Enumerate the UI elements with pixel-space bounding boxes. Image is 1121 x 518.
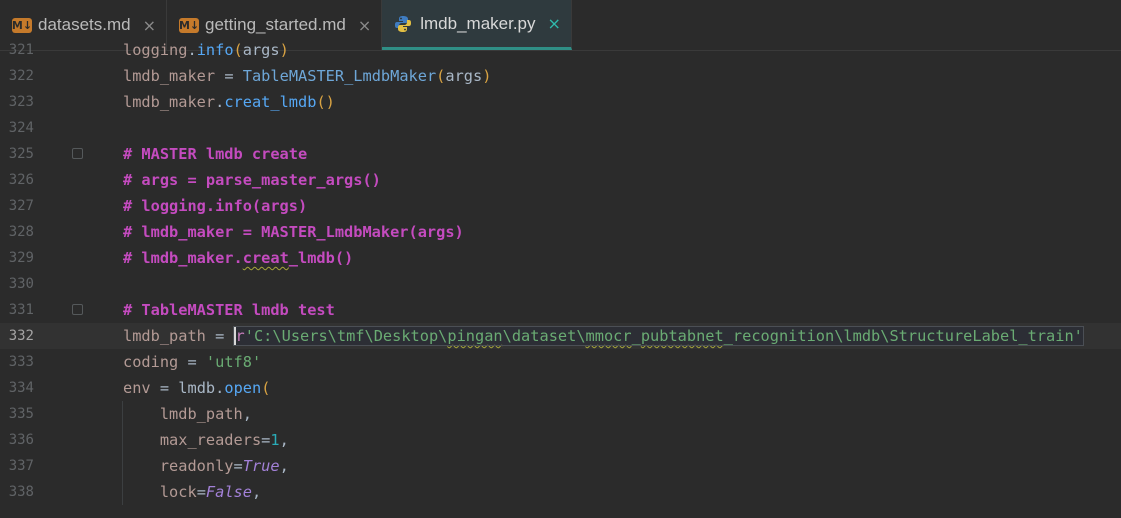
line-number: 334 (8, 380, 34, 396)
line-number: 333 (8, 354, 34, 370)
code-text: # TableMASTER lmdb test (123, 301, 335, 319)
line-number: 327 (8, 198, 34, 214)
code-text: logging.info(args) (123, 41, 289, 59)
code-text: # lmdb_maker = MASTER_LmdbMaker(args) (123, 223, 464, 241)
line-number: 337 (8, 458, 34, 474)
code-text: # lmdb_maker.creat_lmdb() (123, 249, 354, 267)
code-line[interactable]: 333 coding = 'utf8' (0, 349, 1121, 375)
markdown-icon: M↓ (11, 17, 33, 33)
close-icon[interactable]: × (358, 16, 371, 35)
line-number: 332 (8, 328, 34, 344)
line-number: 330 (8, 276, 34, 292)
close-icon[interactable]: × (548, 14, 561, 33)
code-line[interactable]: 338 lock=False, (0, 479, 1121, 505)
line-number: 321 (8, 42, 34, 58)
line-number: 323 (8, 94, 34, 110)
line-number: 338 (8, 484, 34, 500)
code-editor[interactable]: 321 logging.info(args) 322 lmdb_maker = Tab… (0, 41, 1121, 518)
line-number: 335 (8, 406, 34, 422)
code-line[interactable]: 324 (0, 115, 1121, 141)
code-line[interactable]: 330 (0, 271, 1121, 297)
code-text: # args = parse_master_args() (123, 171, 381, 189)
code-line[interactable]: 321 logging.info(args) (0, 37, 1121, 63)
tab-label: lmdb_maker.py (420, 13, 536, 33)
code-text: readonly=True, (159, 457, 289, 475)
code-line[interactable]: 329 # lmdb_maker.creat_lmdb() (0, 245, 1121, 271)
line-number: 336 (8, 432, 34, 448)
code-line[interactable]: 334 env = lmdb.open( (0, 375, 1121, 401)
code-line[interactable]: 327 # logging.info(args) (0, 193, 1121, 219)
line-number: 322 (8, 68, 34, 84)
code-text: env = lmdb.open( (123, 379, 271, 397)
code-line[interactable]: 322 lmdb_maker = TableMASTER_LmdbMaker(ar… (0, 63, 1121, 89)
code-line[interactable]: 335 lmdb_path, (0, 401, 1121, 427)
markdown-icon: M↓ (178, 17, 200, 33)
code-line[interactable]: 332 lmdb_path = r'C:\Users\tmf\Desktop\pi… (0, 323, 1121, 349)
fold-marker-icon[interactable] (72, 148, 83, 159)
code-text: max_readers=1, (159, 431, 289, 449)
code-text: lmdb_maker.creat_lmdb() (123, 93, 335, 111)
code-text: coding = 'utf8' (123, 353, 262, 371)
code-text: lmdb_path = r'C:\Users\tmf\Desktop\pinga… (123, 326, 1084, 346)
code-line[interactable]: 331 # TableMASTER lmdb test (0, 297, 1121, 323)
code-text: # MASTER lmdb create (123, 145, 308, 163)
code-text: lmdb_path, (159, 405, 252, 423)
line-number: 329 (8, 250, 34, 266)
indent-guide (122, 401, 123, 505)
python-icon (395, 15, 412, 32)
line-number: 326 (8, 172, 34, 188)
code-line[interactable]: 336 max_readers=1, (0, 427, 1121, 453)
tab-label: getting_started.md (205, 15, 346, 34)
code-text: lmdb_maker = TableMASTER_LmdbMaker(args) (123, 67, 492, 85)
code-line[interactable]: 328 # lmdb_maker = MASTER_LmdbMaker(args) (0, 219, 1121, 245)
code-line[interactable]: 326 # args = parse_master_args() (0, 167, 1121, 193)
fold-marker-icon[interactable] (72, 304, 83, 315)
code-line[interactable]: 325 # MASTER lmdb create (0, 141, 1121, 167)
code-line[interactable]: 323 lmdb_maker.creat_lmdb() (0, 89, 1121, 115)
line-number: 325 (8, 146, 34, 162)
line-number: 328 (8, 224, 34, 240)
line-number: 331 (8, 302, 34, 318)
close-icon[interactable]: × (143, 16, 156, 35)
line-number: 324 (8, 120, 34, 136)
tab-label: datasets.md (38, 15, 131, 34)
code-line[interactable]: 337 readonly=True, (0, 453, 1121, 479)
bottom-strip (0, 510, 1121, 518)
code-text: lock=False, (159, 483, 262, 501)
code-text: # logging.info(args) (123, 197, 308, 215)
